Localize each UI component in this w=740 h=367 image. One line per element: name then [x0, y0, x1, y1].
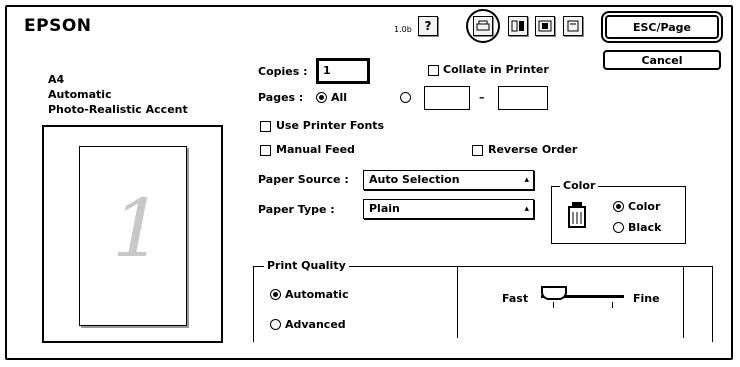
quality-slider-thumb[interactable]	[541, 286, 567, 300]
mode-text: Photo-Realistic Accent	[48, 103, 188, 116]
preview-page-number: 1	[112, 182, 163, 275]
black-radio[interactable]	[613, 222, 624, 233]
collate-checkbox[interactable]	[428, 65, 439, 76]
use-printer-fonts-checkbox[interactable]	[260, 121, 271, 132]
quality-advanced-label: Advanced	[285, 318, 346, 331]
version-label: 1.0b	[394, 25, 412, 34]
paper-type-label: Paper Type :	[258, 203, 335, 216]
manual-feed-label: Manual Feed	[276, 143, 355, 156]
quality-automatic-radio[interactable]	[270, 289, 281, 300]
layout-icon[interactable]	[508, 16, 528, 36]
paper-source-label: Paper Source :	[258, 173, 349, 186]
pages-all-radio[interactable]	[316, 92, 327, 103]
popup-arrows-icon: ▴	[524, 175, 529, 185]
pages-range-radio[interactable]	[400, 92, 411, 103]
orientation-text: Automatic	[48, 88, 112, 101]
paper-source-value: Auto Selection	[369, 173, 460, 186]
use-printer-fonts-label: Use Printer Fonts	[276, 119, 385, 132]
slider-fine-label: Fine	[633, 292, 660, 305]
quality-advanced-radio[interactable]	[270, 319, 281, 330]
pages-from-input[interactable]	[424, 86, 470, 110]
popup-arrows-icon: ▴	[524, 204, 529, 214]
printer-icon[interactable]	[473, 16, 493, 36]
paper-source-select[interactable]: Auto Selection ▴	[363, 170, 534, 190]
collate-label: Collate in Printer	[443, 63, 549, 76]
reverse-order-checkbox[interactable]	[472, 145, 483, 156]
copies-input[interactable]: 1	[318, 60, 368, 82]
utility-icon[interactable]	[535, 16, 555, 36]
paper-type-select[interactable]: Plain ▴	[363, 199, 534, 219]
slider-tick	[553, 302, 554, 308]
pages-label: Pages :	[258, 91, 304, 104]
background-icon[interactable]	[563, 16, 583, 36]
quality-automatic-label: Automatic	[285, 288, 349, 301]
slider-fast-label: Fast	[502, 292, 529, 305]
paper-size-text: A4	[48, 73, 65, 86]
brand-logo: EPSON	[24, 16, 92, 36]
reverse-order-label: Reverse Order	[488, 143, 578, 156]
color-option-label: Color	[628, 200, 661, 213]
color-radio[interactable]	[613, 201, 624, 212]
pages-to-input[interactable]	[498, 86, 548, 110]
cancel-button[interactable]: Cancel	[603, 50, 721, 70]
copies-label: Copies :	[258, 65, 308, 78]
paper-type-value: Plain	[369, 202, 400, 215]
esc-page-button[interactable]: ESC/Page	[601, 11, 723, 43]
ink-cartridge-icon	[566, 199, 588, 233]
print-quality-title: Print Quality	[264, 259, 349, 272]
help-icon[interactable]: ?	[418, 16, 438, 36]
pages-range-separator: –	[479, 91, 485, 104]
color-group-title: Color	[560, 179, 599, 192]
manual-feed-checkbox[interactable]	[260, 145, 271, 156]
pages-all-label: All	[331, 91, 348, 104]
help-glyph: ?	[424, 19, 432, 33]
slider-tick	[612, 302, 613, 308]
black-option-label: Black	[628, 221, 662, 234]
